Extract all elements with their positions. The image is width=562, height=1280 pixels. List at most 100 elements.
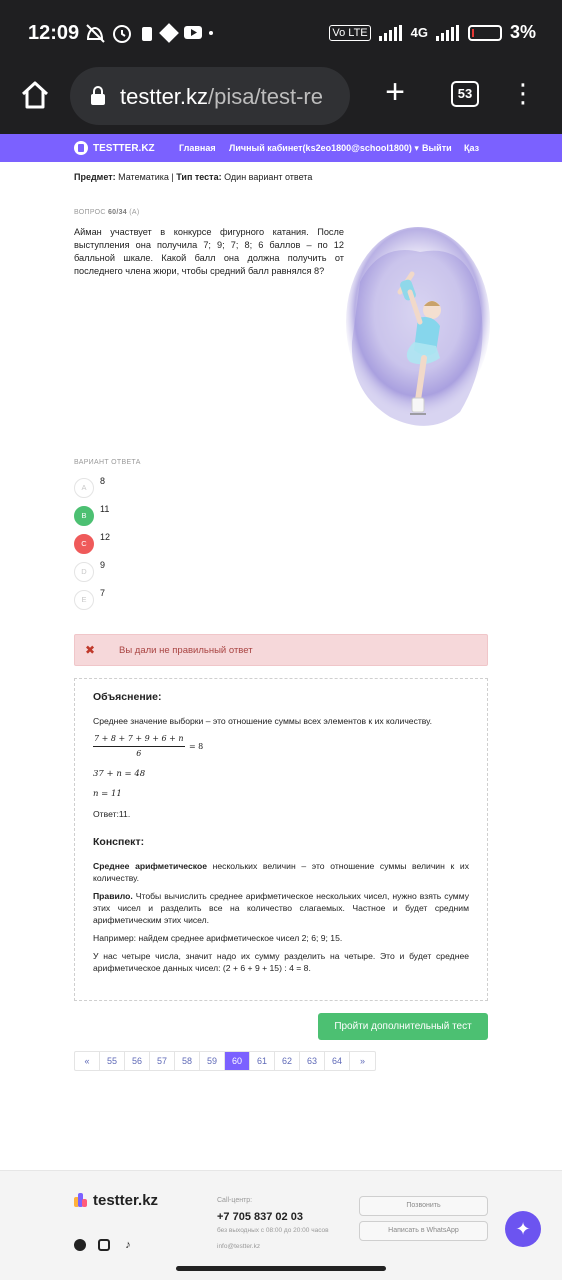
page-link[interactable]: 61 [250,1052,275,1070]
pagination-next[interactable]: » [350,1052,375,1070]
url-path: /pisa/test-re [208,84,323,109]
question-number-label: ВОПРОС [74,209,106,216]
answer-option-c[interactable]: C 12 [74,532,374,554]
test-type-value: Один вариант ответа [224,172,313,182]
page-link[interactable]: 63 [300,1052,325,1070]
summary-title: Конспект: [93,836,145,848]
option-letter-b: B [74,506,94,526]
wrong-answer-alert: ✖ Вы дали не правильный ответ [74,634,488,666]
question-text: Айман участвует в конкурсе фигурного кат… [74,227,344,276]
meta-separator: | [171,172,174,182]
notification-icons [84,22,214,49]
answer-option-d[interactable]: D 9 [74,560,374,582]
whatsapp-button[interactable]: Написать в WhatsApp [359,1221,488,1241]
assistant-fab[interactable]: ✦ [505,1211,541,1247]
tab-switcher-button[interactable]: 53 [451,81,479,107]
explanation-box: Объяснение: Среднее значение выборки – э… [74,678,488,1001]
option-text-c: 12 [100,532,111,542]
tiktok-icon[interactable]: ♪ [122,1239,134,1251]
url-domain: testter.kz [120,84,209,109]
url-text: testter.kz/pisa/test-re [120,84,342,110]
answers-label: ВАРИАНТ ОТВЕТА [74,459,141,466]
explanation-title: Объяснение: [93,691,162,703]
pagination: « 55 56 57 58 59 60 61 62 63 64 » [74,1051,376,1071]
option-letter-d: D [74,562,94,582]
summary-example-solution: У нас четыре числа, значит надо их сумму… [93,951,469,973]
nav-link-cabinet[interactable]: Личный кабинет(ks2eo1800@school1800) ▾ [229,143,419,154]
footer-email[interactable]: info@testter.kz [217,1243,260,1250]
network-type: 4G [410,25,428,40]
site-footer: testter.kz ♪ Call-центр: +7 705 837 02 0… [0,1170,562,1280]
nav-link-language[interactable]: Қаз [464,143,479,153]
instagram-icon[interactable] [98,1239,110,1251]
fraction-numerator: 7 + 8 + 7 + 9 + 6 + n [93,733,185,747]
answer-option-a[interactable]: A 8 [74,476,374,498]
option-text-e: 7 [100,588,106,598]
test-meta: Предмет: Математика | Тип теста: Один ва… [74,172,312,182]
test-type-label: Тип теста: [176,172,222,182]
rule-term: Правило. [93,891,133,901]
gesture-bar [176,1266,386,1271]
call-button[interactable]: Позвонить [359,1196,488,1216]
browser-menu-button[interactable]: ⋮ [510,78,536,110]
option-text-b: 11 [100,504,110,514]
equation-step-2: n = 11 [93,789,122,799]
status-time: 12:09 [28,22,80,44]
battery-percent: 3% [509,22,536,42]
close-icon: ✖ [85,643,96,657]
sparkle-icon: ✦ [515,1219,531,1239]
phone-number[interactable]: +7 705 837 02 03 [217,1211,303,1223]
nav-app-icon [159,23,179,43]
footer-logo-text: testter.kz [93,1192,159,1209]
explanation-paragraph: Среднее значение выборки – это отношение… [93,716,433,726]
working-hours: без выходных с 08:00 до 20:00 часов [217,1227,329,1234]
logo-text: TESTTER.KZ [93,142,155,154]
question-number-suffix: (А) [129,209,140,216]
option-letter-e: E [74,590,94,610]
notification-icons-svg [86,23,213,43]
status-bar: 12:09 Vo LTE 4G 3% [0,0,562,64]
page-link[interactable]: 59 [200,1052,225,1070]
page-link[interactable]: 57 [150,1052,175,1070]
alert-text: Вы дали не правильный ответ [119,645,253,656]
site-logo[interactable]: TESTTER.KZ [74,141,155,155]
status-right: Vo LTE 4G 3% [329,22,536,43]
social-links: ♪ [74,1239,134,1251]
logo-icon [74,141,88,155]
nav-link-cabinet-label: Личный кабинет(ks2eo1800@school1800) [229,143,412,153]
address-bar[interactable]: testter.kz/pisa/test-re [70,67,350,125]
subject-label: Предмет: [74,172,116,182]
page-link[interactable]: 62 [275,1052,300,1070]
page-link[interactable]: 58 [175,1052,200,1070]
battery-icon [467,24,502,41]
option-text-d: 9 [100,560,106,570]
footer-logo[interactable]: testter.kz [74,1192,158,1209]
option-letter-c: C [74,534,94,554]
pagination-prev[interactable]: « [75,1052,100,1070]
option-letter-a: A [74,478,94,498]
facebook-icon[interactable] [74,1239,86,1251]
signal-icon [378,24,402,41]
question-number: ВОПРОС 60/34 (А) [74,209,140,216]
figure-skater-image [340,222,490,444]
call-center-label: Call-центр: [217,1197,253,1204]
fraction-result: = 8 [188,741,204,751]
additional-test-button[interactable]: Пройти дополнительный тест [318,1013,488,1040]
nav-link-logout[interactable]: Выйти [422,143,452,153]
answer-line: Ответ:11. [93,809,131,819]
page-link-active[interactable]: 60 [225,1052,250,1070]
question-number-value: 60/34 [107,209,128,216]
home-button[interactable] [18,78,52,112]
subject-value: Математика [118,172,169,182]
page-link[interactable]: 55 [100,1052,125,1070]
nav-link-home[interactable]: Главная [179,143,216,153]
footer-logo-icon [74,1192,88,1209]
summary-rule: Правило. Чтобы вычислить среднее арифмет… [93,890,469,926]
page-link[interactable]: 64 [325,1052,350,1070]
browser-toolbar: testter.kz/pisa/test-re + 53 ⋮ [0,64,562,134]
new-tab-button[interactable]: + [380,75,410,109]
answer-option-b[interactable]: B 11 [74,504,374,526]
answer-option-e[interactable]: E 7 [74,588,374,610]
page-link[interactable]: 56 [125,1052,150,1070]
volte-icon: Vo LTE [329,24,371,41]
